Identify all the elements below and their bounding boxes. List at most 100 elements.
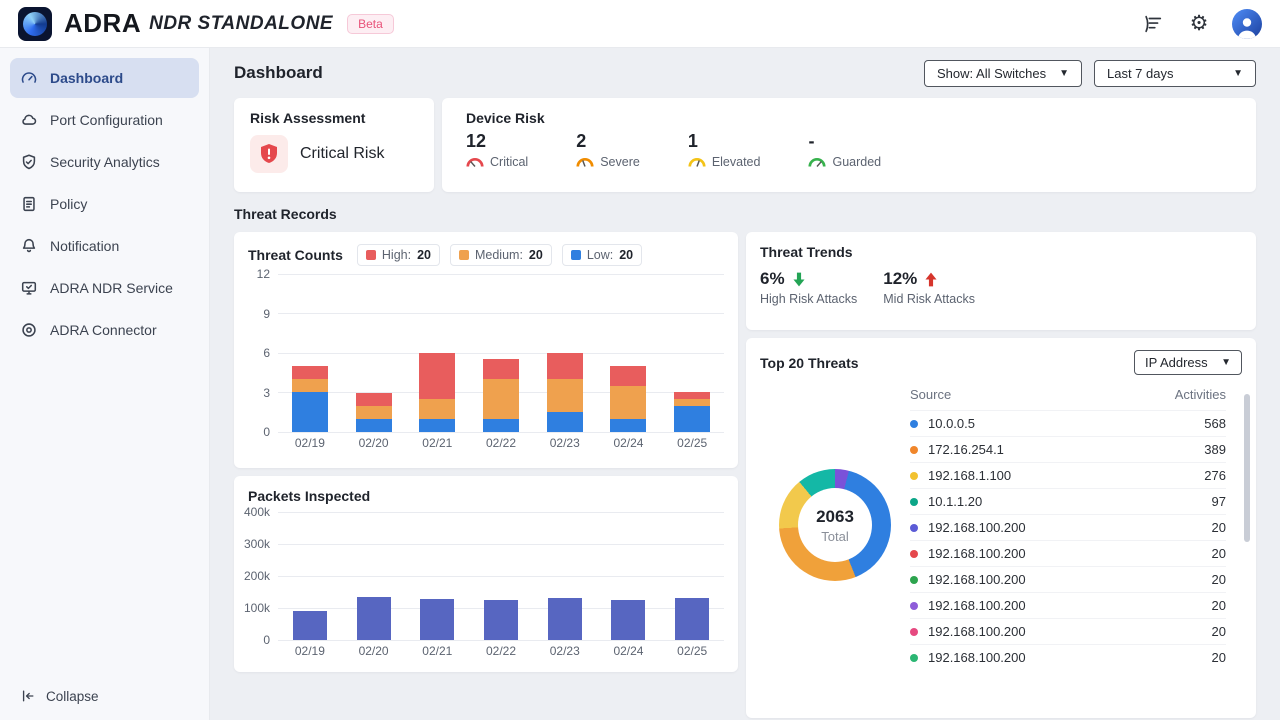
threat-activities-count: 389 <box>1204 442 1226 457</box>
time-range-dropdown[interactable]: Last 7 days ▼ <box>1094 60 1256 87</box>
y-tick-label: 6 <box>263 346 270 360</box>
connector-icon <box>20 321 38 339</box>
sidebar-item-notification[interactable]: Notification <box>10 226 199 266</box>
chevron-down-icon: ▼ <box>1233 68 1243 79</box>
x-tick-label: 02/22 <box>469 436 533 450</box>
bar-02/19 <box>278 512 342 640</box>
sidebar-item-adra-connector[interactable]: ADRA Connector <box>10 310 199 350</box>
series-dot-icon <box>910 446 918 454</box>
threat-row[interactable]: 192.168.100.20020 <box>910 514 1226 540</box>
shield-icon <box>20 153 38 171</box>
threat-row[interactable]: 10.1.1.2097 <box>910 488 1226 514</box>
threat-row[interactable]: 192.168.100.20020 <box>910 566 1226 592</box>
packets-inspected-chart: 0100k200k300k400k 02/1902/2002/2102/2202… <box>248 512 724 658</box>
trend-value: 12% <box>883 269 917 289</box>
risk-level-text: Critical Risk <box>300 145 384 163</box>
sidebar-item-label: ADRA Connector <box>50 322 157 338</box>
stat-value: - <box>808 131 881 152</box>
legend-label: Medium: <box>475 248 523 262</box>
threat-activities-count: 20 <box>1212 572 1226 587</box>
trend-label: High Risk Attacks <box>760 292 857 306</box>
trend-mid-risk: 12% Mid Risk Attacks <box>883 269 975 306</box>
x-tick-label: 02/25 <box>660 436 724 450</box>
legend-value: 20 <box>619 248 633 262</box>
threat-row[interactable]: 192.168.1.100276 <box>910 462 1226 488</box>
trend-value: 6% <box>760 269 785 289</box>
collapse-label: Collapse <box>46 689 99 704</box>
threat-counts-title: Threat Counts <box>248 247 343 263</box>
device-risk-card: Device Risk 12 Critical 2 <box>442 98 1256 192</box>
sidebar-item-security-analytics[interactable]: Security Analytics <box>10 142 199 182</box>
risk-assessment-card: Risk Assessment Critical Risk <box>234 98 434 192</box>
threat-activities-count: 20 <box>1212 546 1226 561</box>
threat-activities-count: 20 <box>1212 650 1226 665</box>
packets-inspected-card: Packets Inspected 0100k200k300k400k 02/1… <box>234 476 738 672</box>
x-tick-label: 02/19 <box>278 644 342 658</box>
beta-badge: Beta <box>347 14 394 34</box>
bar-02/20 <box>342 512 406 640</box>
stat-value: 2 <box>576 131 640 152</box>
threat-row[interactable]: 192.168.100.20020 <box>910 644 1226 670</box>
device-risk-stat-guarded: - Guarded <box>808 131 881 169</box>
stat-label: Critical <box>490 155 528 169</box>
product-name: NDR STANDALONE <box>149 13 333 35</box>
legend-chip-high[interactable]: High: 20 <box>357 244 440 266</box>
bar-02/19 <box>278 274 342 432</box>
sidebar-item-label: Security Analytics <box>50 154 160 170</box>
sidebar-item-label: Dashboard <box>50 70 123 86</box>
legend-label: High: <box>382 248 411 262</box>
trend-label: Mid Risk Attacks <box>883 292 975 306</box>
packets-inspected-title: Packets Inspected <box>248 488 724 504</box>
threat-row[interactable]: 192.168.100.20020 <box>910 540 1226 566</box>
series-dot-icon <box>910 524 918 532</box>
critical-shield-icon <box>250 135 288 173</box>
threats-donut-chart: 2063 Total <box>779 469 891 581</box>
trend-up-arrow-icon <box>924 272 938 287</box>
threat-source-ip: 192.168.100.200 <box>928 650 1212 665</box>
sidebar: Dashboard Port Configuration Security An… <box>0 48 210 720</box>
x-tick-label: 02/22 <box>469 644 533 658</box>
threat-row[interactable]: 192.168.100.20020 <box>910 592 1226 618</box>
threat-source-ip: 192.168.100.200 <box>928 572 1212 587</box>
threats-table: Source Activities 10.0.0.5568172.16.254.… <box>910 381 1242 670</box>
x-tick-label: 02/20 <box>342 436 406 450</box>
trend-down-arrow-icon <box>792 272 806 287</box>
threat-row[interactable]: 172.16.254.1389 <box>910 436 1226 462</box>
table-scrollbar[interactable] <box>1244 394 1250 542</box>
sidebar-item-policy[interactable]: Policy <box>10 184 199 224</box>
gauge-severe-icon <box>576 156 594 168</box>
sidebar-item-label: Port Configuration <box>50 112 163 128</box>
sidebar-item-adra-ndr-service[interactable]: ADRA NDR Service <box>10 268 199 308</box>
legend-chip-medium[interactable]: Medium: 20 <box>450 244 552 266</box>
user-avatar[interactable] <box>1232 9 1262 39</box>
service-monitor-icon <box>20 279 38 297</box>
gauge-elevated-icon <box>688 156 706 168</box>
threat-row[interactable]: 10.0.0.5568 <box>910 410 1226 436</box>
cloud-icon <box>20 111 38 129</box>
chevron-down-icon: ▼ <box>1221 357 1231 368</box>
threat-records-section-label: Threat Records <box>234 206 1256 222</box>
threat-groupby-dropdown[interactable]: IP Address ▼ <box>1134 350 1242 375</box>
y-tick-label: 9 <box>263 307 270 321</box>
sidebar-item-port-configuration[interactable]: Port Configuration <box>10 100 199 140</box>
bell-icon <box>20 237 38 255</box>
switches-filter-dropdown[interactable]: Show: All Switches ▼ <box>924 60 1082 87</box>
settings-gear-icon[interactable]: ⚙ <box>1186 11 1212 37</box>
legend-chip-low[interactable]: Low: 20 <box>562 244 642 266</box>
y-tick-label: 3 <box>263 386 270 400</box>
bar-02/24 <box>597 274 661 432</box>
threat-trends-card: Threat Trends 6% High Risk Attacks <box>746 232 1256 330</box>
report-log-icon[interactable] <box>1140 11 1166 37</box>
device-risk-stat-severe: 2 Severe <box>576 131 640 169</box>
bar-02/23 <box>533 512 597 640</box>
series-dot-icon <box>910 654 918 662</box>
threat-row[interactable]: 192.168.100.20020 <box>910 618 1226 644</box>
sidebar-collapse-button[interactable]: Collapse <box>20 688 99 704</box>
x-tick-label: 02/24 <box>597 644 661 658</box>
threat-groupby-value: IP Address <box>1145 355 1208 370</box>
series-dot-icon <box>910 498 918 506</box>
sidebar-item-dashboard[interactable]: Dashboard <box>10 58 199 98</box>
x-tick-label: 02/23 <box>533 436 597 450</box>
legend-value: 20 <box>417 248 431 262</box>
stat-value: 12 <box>466 131 528 152</box>
